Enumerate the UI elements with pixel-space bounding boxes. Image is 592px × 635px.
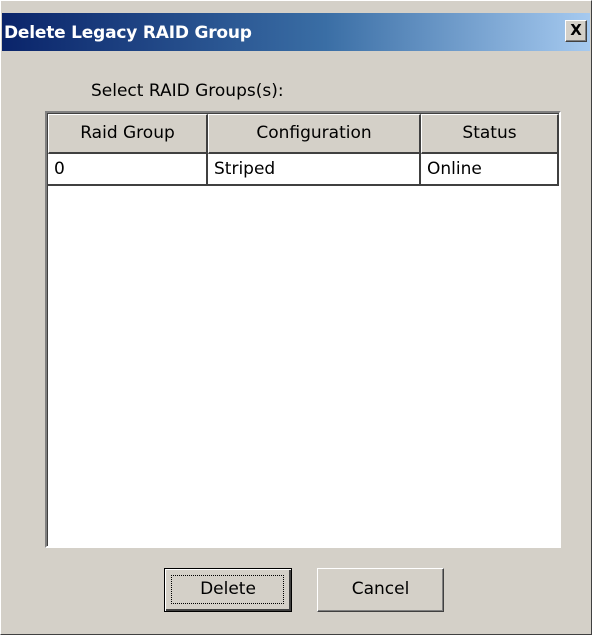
table-row[interactable]: 0 Striped Online <box>48 154 559 186</box>
cell-raid-group: 0 <box>48 154 208 186</box>
delete-button[interactable]: Delete <box>164 568 292 612</box>
delete-raid-group-dialog: Delete Legacy RAID Group X Select RAID G… <box>0 0 592 635</box>
cancel-button[interactable]: Cancel <box>317 568 444 612</box>
column-header-status[interactable]: Status <box>421 114 559 154</box>
raid-group-table: Raid Group Configuration Status 0 Stripe… <box>45 111 561 548</box>
table-header-row: Raid Group Configuration Status <box>48 114 559 154</box>
title-bar[interactable]: Delete Legacy RAID Group X <box>2 13 590 51</box>
window-title: Delete Legacy RAID Group <box>4 23 252 43</box>
cancel-button-label: Cancel <box>351 579 410 599</box>
select-raid-groups-label: Select RAID Groups(s): <box>91 81 284 101</box>
delete-button-label: Delete <box>200 579 256 599</box>
column-header-raid-group[interactable]: Raid Group <box>48 114 208 154</box>
column-header-configuration[interactable]: Configuration <box>208 114 421 154</box>
cell-status: Online <box>421 154 559 186</box>
close-icon[interactable]: X <box>565 20 587 42</box>
cell-configuration: Striped <box>208 154 421 186</box>
